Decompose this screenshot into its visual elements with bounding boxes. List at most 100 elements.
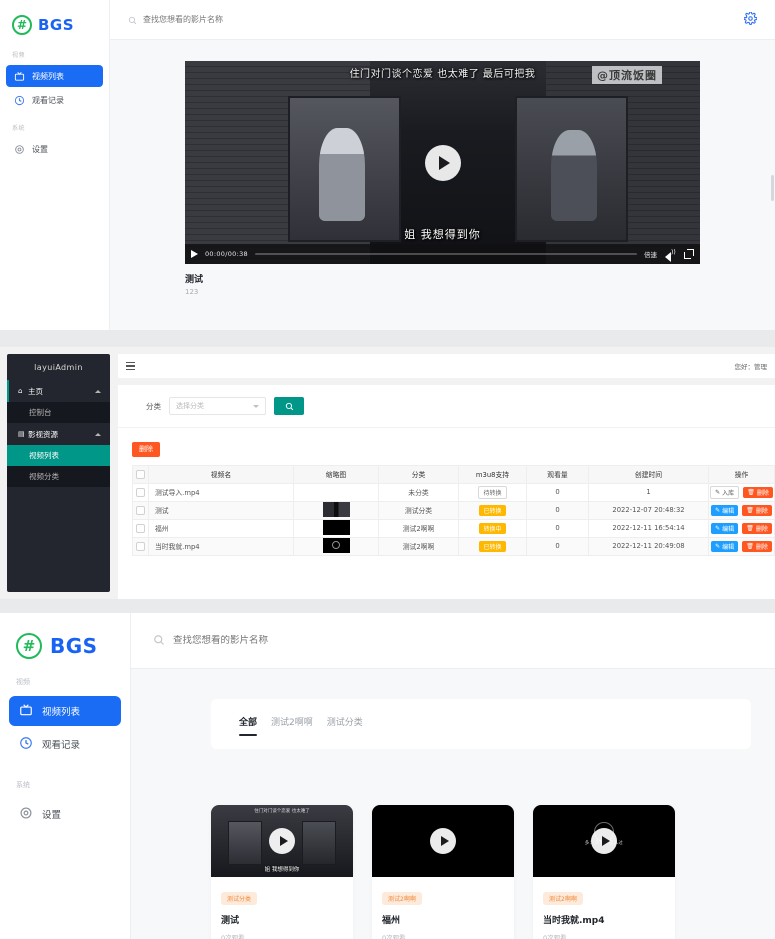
app-logo: # BGS: [0, 0, 109, 40]
nav-subitem-video-category[interactable]: 视频分类: [7, 466, 110, 487]
thumb-door-right: [301, 820, 336, 866]
delete-button[interactable]: 🗑 删除: [742, 540, 772, 552]
sidebar-item-label: 视频列表: [32, 71, 64, 81]
table-row[interactable]: 福州 测试2啊啊 转换中 0 2022-12-11 16:54:14 ✎ 编辑 …: [132, 518, 775, 538]
video-card-grid: 住门对门谈个恋爱 也太难了 姐 我想得到你 测试分类 测试 0次观看 测试2啊啊…: [211, 805, 751, 939]
row-actions: ✎ 编辑 🗑 删除: [708, 518, 775, 538]
table-body: 测试导入.mp4 未分类 待转换 0 1 ✎ 入库 🗑 删除 测试 测试分类 已…: [132, 482, 775, 556]
row-actions: ✎ 入库 🗑 删除: [708, 482, 775, 502]
edit-button[interactable]: ✎ 编辑: [711, 540, 739, 552]
status-badge: 已转换: [479, 504, 506, 516]
sidebar-item-settings[interactable]: 设置: [9, 799, 121, 829]
playback-speed-button[interactable]: 倍速: [644, 249, 657, 259]
nav-item-home[interactable]: ⌂ 主页: [7, 380, 110, 402]
video-controls-right: 倍速: [644, 249, 694, 262]
row-m3u8: 转换中: [458, 518, 527, 538]
row-checkbox[interactable]: [136, 541, 145, 551]
tab-all[interactable]: 全部: [239, 715, 258, 736]
user-greeting: 您好：管理: [734, 363, 768, 371]
tv-icon: [19, 703, 33, 720]
search-box[interactable]: [128, 10, 744, 29]
thumb-door-left: [228, 820, 263, 866]
logo-mark-icon: #: [12, 15, 32, 35]
row-views: 0: [526, 482, 589, 502]
column-created: 创建时间: [588, 464, 709, 484]
gear-icon: [19, 806, 33, 823]
nav-subitem-video-list[interactable]: 视频列表: [7, 445, 110, 466]
nav-item-media[interactable]: ▤ 影视资源: [7, 423, 110, 445]
table-row[interactable]: 测试 测试分类 已转换 0 2022-12-07 20:48:32 ✎ 编辑 🗑…: [132, 500, 775, 520]
volume-icon[interactable]: [665, 249, 676, 262]
import-button[interactable]: ✎ 入库: [710, 485, 740, 499]
sidebar-item-label: 设置: [42, 810, 62, 821]
table-row[interactable]: 当时我就.mp4 测试2啊啊 已转换 0 2022-12-11 20:49:08…: [132, 536, 775, 556]
card-title: 测试: [221, 916, 240, 926]
panel-gap-1: [0, 330, 775, 347]
video-table: 视频名 缩略图 分类 m3u8支持 观看量 创建时间 操作 测试导入.mp4 未…: [132, 464, 775, 556]
menu-toggle-icon[interactable]: [126, 361, 135, 371]
nav-subitem-console[interactable]: 控制台: [7, 402, 110, 423]
video-player[interactable]: 住门对门谈个恋爱 也太难了 最后可把我 @顶流饭圈 姐 我想得到你 00:00/…: [185, 61, 700, 264]
video-card[interactable]: 多少次我就这么过 测试2啊啊 当时我就.mp4 0次观看: [533, 805, 675, 939]
card-title: 当时我就.mp4: [543, 916, 605, 926]
delete-button[interactable]: 🗑 删除: [743, 486, 773, 498]
tab-test2[interactable]: 测试2啊啊: [271, 715, 313, 736]
sidebar-item-video-list[interactable]: 视频列表: [6, 65, 103, 87]
row-name: 测试导入.mp4: [148, 482, 294, 502]
list-sidebar: # BGS 视频 视频列表 观看记录 系统 设置: [0, 613, 131, 939]
category-select[interactable]: 选择分类: [169, 397, 266, 415]
card-view-count: 0次观看: [382, 934, 406, 939]
video-list-page: # BGS 视频 视频列表 观看记录 系统 设置 查找您想看的影片名称 全部 测…: [0, 613, 775, 939]
delete-button[interactable]: 🗑 删除: [742, 504, 772, 516]
fullscreen-icon[interactable]: [684, 249, 694, 259]
search-input[interactable]: [143, 15, 363, 24]
category-select-value: 选择分类: [176, 402, 204, 410]
row-actions: ✎ 编辑 🗑 删除: [708, 536, 775, 556]
history-icon: [14, 95, 25, 106]
row-checkbox[interactable]: [136, 523, 145, 533]
video-controls: 00:00/00:38 倍速: [185, 244, 700, 264]
row-name: 测试: [148, 500, 294, 520]
video-card[interactable]: 测试2啊啊 福州 0次观看: [372, 805, 514, 939]
search-input[interactable]: [173, 635, 433, 646]
row-checkbox[interactable]: [136, 487, 145, 497]
row-created: 1: [588, 482, 709, 502]
row-actions: ✎ 编辑 🗑 删除: [708, 500, 775, 520]
row-m3u8: 已转换: [458, 536, 527, 556]
tab-test-category[interactable]: 测试分类: [327, 715, 363, 736]
logo-text: BGS: [50, 634, 98, 658]
sidebar-item-watch-history[interactable]: 观看记录: [6, 89, 103, 111]
sidebar-item-watch-history[interactable]: 观看记录: [9, 729, 121, 759]
thumbnail-image: [322, 501, 350, 517]
sidebar-item-video-list[interactable]: 视频列表: [9, 696, 121, 726]
search-button[interactable]: [274, 397, 304, 415]
sidebar-item-settings[interactable]: 设置: [6, 138, 103, 160]
video-time: 00:00/00:38: [205, 250, 248, 258]
card-view-count: 0次观看: [543, 934, 567, 939]
video-subtitle-bottom: 姐 我想得到你: [404, 228, 481, 241]
edit-button[interactable]: ✎ 编辑: [711, 504, 739, 516]
admin-header: 您好：管理: [118, 354, 775, 378]
video-card[interactable]: 住门对门谈个恋爱 也太难了 姐 我想得到你 测试分类 测试 0次观看: [211, 805, 353, 939]
page-scrollbar[interactable]: [771, 175, 774, 201]
card-play-button[interactable]: [591, 828, 617, 854]
row-checkbox[interactable]: [136, 505, 145, 515]
video-progress-bar[interactable]: [254, 253, 637, 255]
edit-button[interactable]: ✎ 编辑: [711, 522, 739, 534]
select-all-checkbox[interactable]: [136, 469, 145, 479]
delete-button[interactable]: 🗑 删除: [742, 522, 772, 534]
card-category-tag: 测试2啊啊: [382, 892, 422, 905]
card-play-button[interactable]: [269, 828, 295, 854]
play-icon[interactable]: [191, 250, 198, 258]
thumb-subtitle-bottom: 姐 我想得到你: [264, 867, 300, 873]
admin-page: layuiAdmin ⌂ 主页 控制台 ▤ 影视资源 视频列表 视频分类 您好：…: [0, 347, 775, 599]
table-row[interactable]: 测试导入.mp4 未分类 待转换 0 1 ✎ 入库 🗑 删除: [132, 482, 775, 502]
category-tabs-card: 全部 测试2啊啊 测试分类: [211, 699, 751, 749]
nav-submenu-media: 视频列表 视频分类: [7, 445, 110, 487]
settings-gear-icon[interactable]: [743, 10, 758, 29]
batch-delete-button[interactable]: 删除: [132, 441, 160, 457]
video-play-button[interactable]: [424, 144, 461, 181]
sidebar-item-label: 观看记录: [32, 95, 64, 105]
card-play-button[interactable]: [430, 828, 456, 854]
player-page: # BGS 视频 视频列表 观看记录 系统 设置 查找您想看的影片名称 住门对门…: [0, 0, 775, 330]
